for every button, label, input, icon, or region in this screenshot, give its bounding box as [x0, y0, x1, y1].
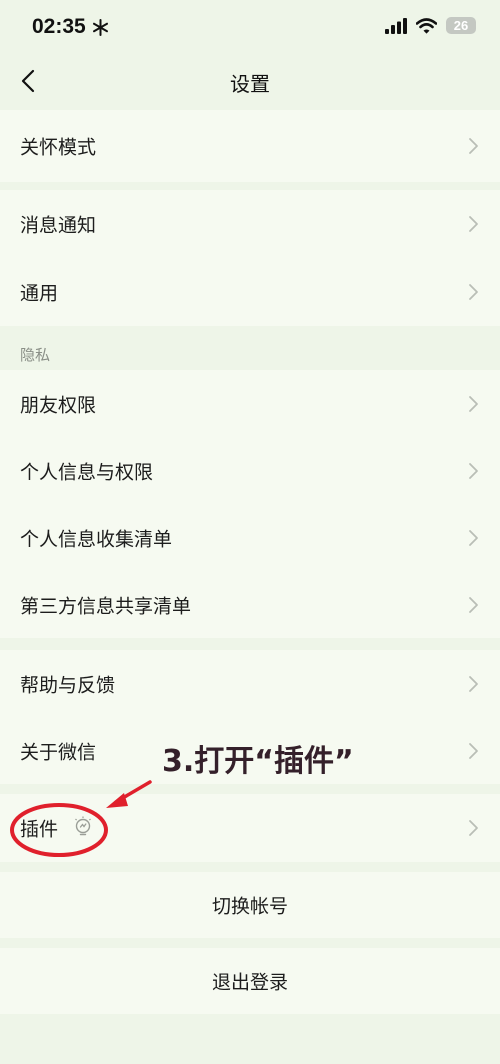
snowflake-icon [93, 19, 108, 36]
wifi-icon [416, 17, 437, 34]
lightbulb-icon [75, 816, 91, 836]
chevron-right-icon [469, 395, 478, 412]
navigation-bar: 设置 [0, 56, 500, 108]
settings-item-label: 个人信息收集清单 [20, 528, 173, 550]
settings-item-care-mode[interactable]: 关怀模式 [0, 110, 500, 182]
settings-item-label: 朋友权限 [20, 394, 97, 416]
settings-item-personal-info-collection[interactable]: 个人信息收集清单 [0, 504, 500, 571]
chevron-right-icon [469, 820, 478, 836]
log-out-button[interactable]: 退出登录 [0, 948, 500, 1014]
settings-item-label: 帮助与反馈 [20, 674, 116, 696]
battery-indicator: 26 [446, 17, 476, 34]
switch-account-label: 切换帐号 [211, 895, 288, 918]
settings-item-label: 通用 [20, 282, 59, 305]
annotation-text: 3.打开“插件” [162, 744, 354, 779]
settings-item-general[interactable]: 通用 [0, 258, 500, 326]
chevron-right-icon [469, 462, 478, 479]
signal-icon [385, 17, 407, 34]
status-bar: 02:35 26 [0, 0, 500, 56]
chevron-right-icon [469, 742, 478, 759]
chevron-right-icon [469, 284, 478, 300]
page-title: 设置 [230, 72, 270, 96]
chevron-right-icon [469, 216, 478, 232]
settings-item-plugins[interactable]: 插件 [0, 794, 500, 862]
settings-item-third-party-sharing[interactable]: 第三方信息共享清单 [0, 571, 500, 638]
status-time: 02:35 [32, 15, 86, 38]
settings-item-label: 关怀模式 [20, 136, 97, 159]
chevron-right-icon [469, 138, 478, 154]
settings-item-label: 关于微信 [20, 741, 97, 763]
chevron-right-icon [469, 529, 478, 546]
chevron-right-icon [469, 596, 478, 613]
section-header-privacy: 隐私 [20, 346, 51, 364]
settings-item-label: 消息通知 [20, 214, 97, 237]
settings-item-label: 插件 [20, 818, 59, 841]
log-out-label: 退出登录 [211, 971, 288, 994]
chevron-right-icon [469, 675, 478, 692]
settings-item-label: 第三方信息共享清单 [20, 595, 192, 617]
settings-item-personal-info-permissions[interactable]: 个人信息与权限 [0, 437, 500, 504]
switch-account-button[interactable]: 切换帐号 [0, 872, 500, 938]
settings-item-friend-permissions[interactable]: 朋友权限 [0, 370, 500, 437]
settings-item-help-feedback[interactable]: 帮助与反馈 [0, 650, 500, 717]
settings-item-notifications[interactable]: 消息通知 [0, 190, 500, 258]
settings-item-label: 个人信息与权限 [20, 461, 154, 483]
